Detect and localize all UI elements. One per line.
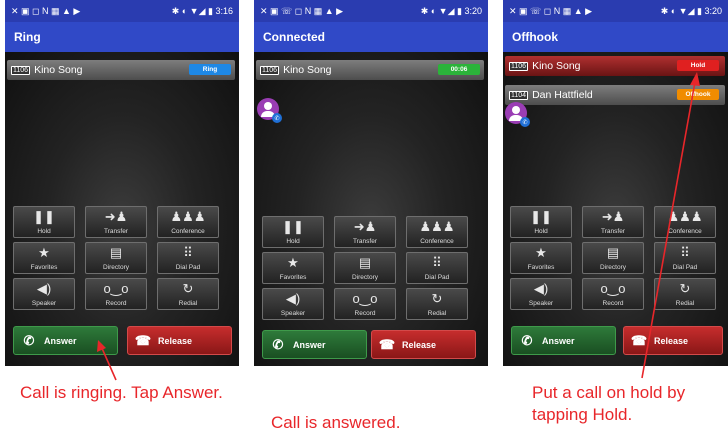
- phone-small-icon: ✆: [272, 113, 282, 123]
- phone-small-icon: ✆: [520, 117, 530, 127]
- arrowhead-answer: [97, 340, 106, 352]
- arrow-to-answer: [100, 345, 117, 381]
- arrowhead-hold: [690, 72, 700, 86]
- annotation-arrows: [97, 72, 700, 381]
- arrow-to-hold: [641, 81, 696, 379]
